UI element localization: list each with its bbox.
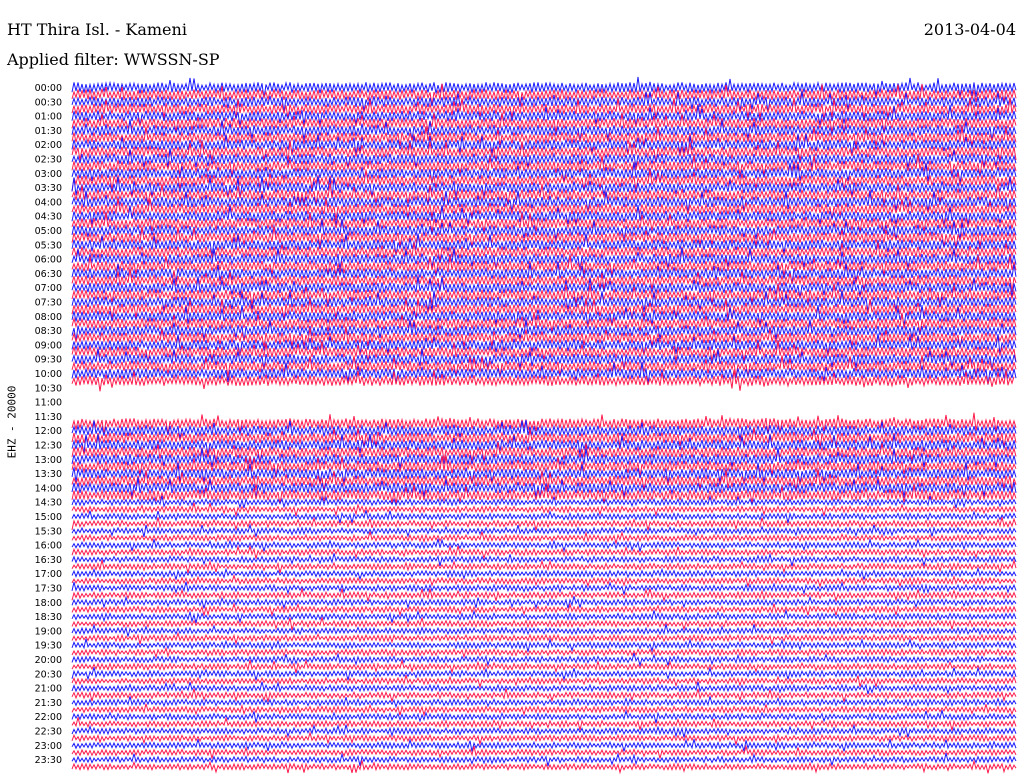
time-tick-label: 07:30 xyxy=(35,298,62,309)
time-tick-label: 22:30 xyxy=(35,727,62,738)
trace-row xyxy=(71,76,1017,99)
time-tick-label: 00:30 xyxy=(35,97,62,108)
time-tick-label: 02:00 xyxy=(35,140,62,151)
time-tick-label: 03:30 xyxy=(35,183,62,194)
time-tick-label: 19:30 xyxy=(35,641,62,652)
time-tick-label: 18:00 xyxy=(35,598,62,609)
time-tick-label: 19:00 xyxy=(35,626,62,637)
trace-row xyxy=(71,646,1017,659)
time-tick-label: 16:00 xyxy=(35,541,62,552)
time-tick-label: 01:00 xyxy=(35,112,62,123)
helicorder-plot: 00:00 00:30 01:00 01:30 02:00 02:30 03:00 03:30… xyxy=(35,76,1017,775)
time-tick-label: 14:00 xyxy=(35,483,62,494)
time-tick-label: 21:30 xyxy=(35,698,62,709)
time-tick-label: 21:00 xyxy=(35,684,62,695)
time-tick-label: 06:30 xyxy=(35,269,62,280)
time-tick-label: 17:00 xyxy=(35,569,62,580)
time-tick-label: 02:30 xyxy=(35,155,62,166)
time-tick-label: 13:30 xyxy=(35,469,62,480)
time-tick-label: 22:00 xyxy=(35,712,62,723)
trace-row xyxy=(71,502,1017,518)
time-tick-label: 23:00 xyxy=(35,741,62,752)
time-tick-label: 07:00 xyxy=(35,283,62,294)
time-tick-label: 01:30 xyxy=(35,126,62,137)
time-tick-label: 03:00 xyxy=(35,169,62,180)
time-tick-label: 14:30 xyxy=(35,498,62,509)
time-tick-label: 17:30 xyxy=(35,584,62,595)
time-tick-label: 05:30 xyxy=(35,240,62,251)
time-tick-label: 08:00 xyxy=(35,312,62,323)
trace-row xyxy=(71,566,1017,581)
time-tick-label: 10:00 xyxy=(35,369,62,380)
time-tick-label: 06:00 xyxy=(35,255,62,266)
time-tick-label: 04:30 xyxy=(35,212,62,223)
trace-row xyxy=(71,427,1017,449)
time-tick-label: 09:30 xyxy=(35,355,62,366)
time-tick-label: 11:00 xyxy=(35,398,62,409)
time-tick-label: 16:30 xyxy=(35,555,62,566)
time-tick-label: 18:30 xyxy=(35,612,62,623)
time-tick-label: 13:00 xyxy=(35,455,62,466)
time-tick-label: 11:30 xyxy=(35,412,62,423)
trace-row xyxy=(71,434,1017,456)
trace-row xyxy=(71,162,1017,185)
time-tick-label: 20:00 xyxy=(35,655,62,666)
time-tick-label: 00:00 xyxy=(35,83,62,94)
trace-row xyxy=(71,362,1017,385)
time-tick-label: 12:30 xyxy=(35,441,62,452)
trace-row xyxy=(71,573,1017,589)
time-tick-label: 08:30 xyxy=(35,326,62,337)
trace-row xyxy=(71,652,1017,668)
time-tick-label: 15:30 xyxy=(35,526,62,537)
time-tick-label: 23:30 xyxy=(35,755,62,766)
time-tick-label: 04:00 xyxy=(35,197,62,208)
time-tick-label: 09:00 xyxy=(35,340,62,351)
time-tick-label: 20:30 xyxy=(35,669,62,680)
time-tick-label: 12:00 xyxy=(35,426,62,437)
time-tick-label: 15:00 xyxy=(35,512,62,523)
time-tick-label: 10:30 xyxy=(35,383,62,394)
time-tick-label: 05:00 xyxy=(35,226,62,237)
